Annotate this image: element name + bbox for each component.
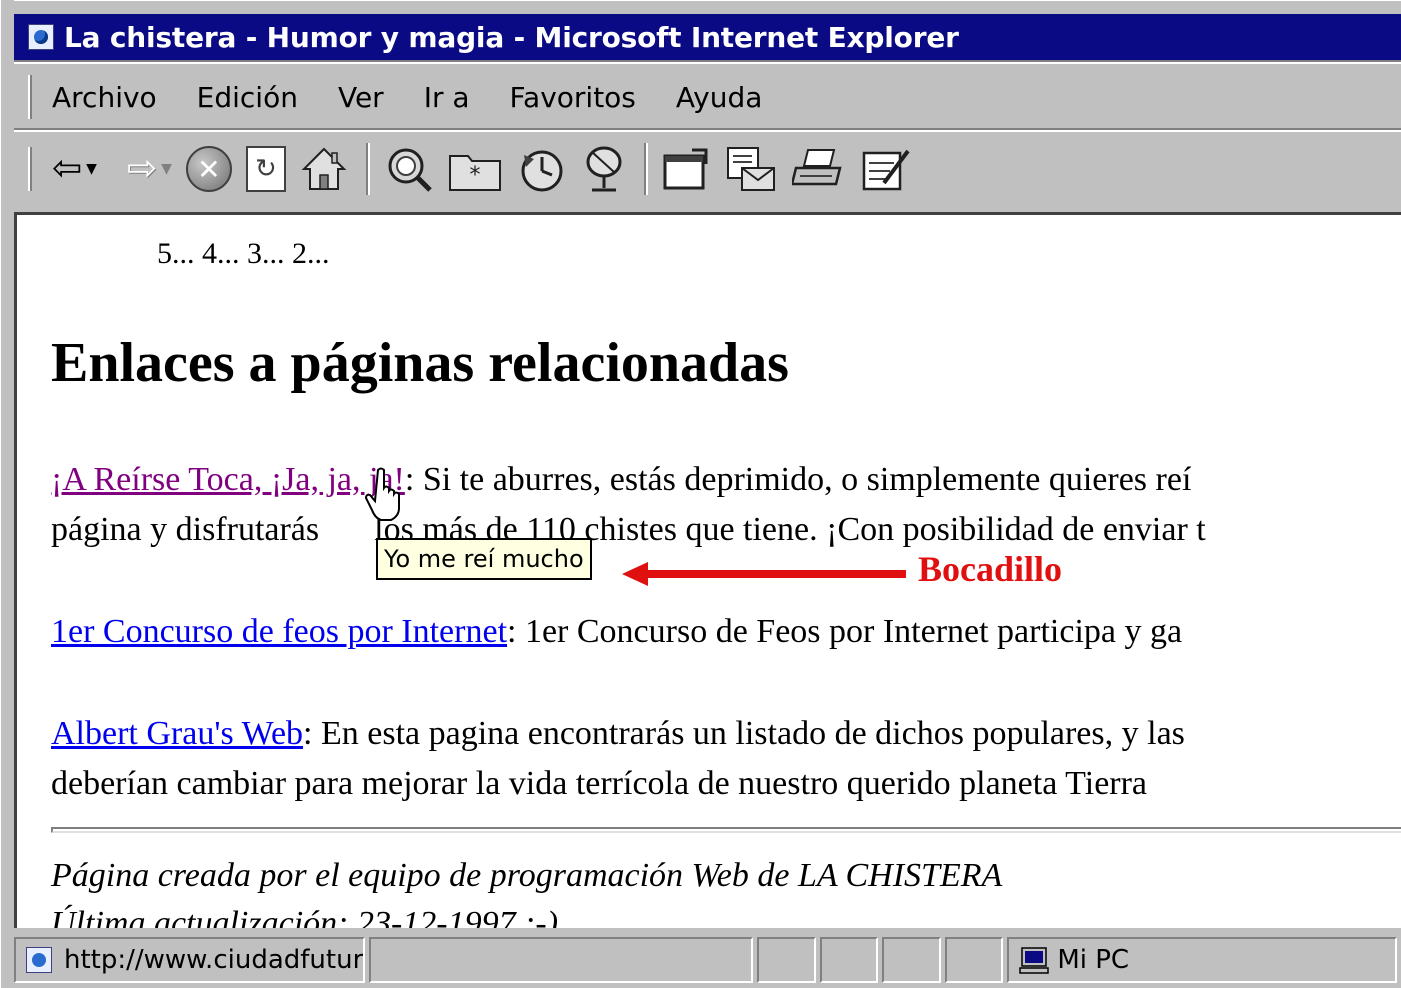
print-icon <box>791 149 842 186</box>
link-concurso-feos[interactable]: 1er Concurso de feos por Internet <box>51 613 507 650</box>
link-paragraph-2: 1er Concurso de feos por Internet: 1er C… <box>51 607 1182 657</box>
home-button[interactable] <box>300 141 348 197</box>
status-bar: http://www.ciudadfutur Mi PC <box>14 932 1401 988</box>
link-description: : Si te aburres, estás deprimido, o simp… <box>404 461 1192 498</box>
link-description: página y disfrutarás <box>51 511 328 548</box>
status-url: http://www.ciudadfutur <box>64 945 364 975</box>
countdown-text: 5... 4... 3... 2... <box>157 237 330 270</box>
mail-button[interactable] <box>724 141 778 197</box>
toolbar-separator <box>643 143 648 195</box>
forward-icon: ⇨ <box>126 148 158 189</box>
link-paragraph-1: ¡A Reírse Toca, ¡Ja, ja, ja!: Si te abur… <box>51 455 1191 505</box>
channels-icon <box>586 146 622 192</box>
ie-page-icon <box>26 947 52 973</box>
window-frame-top <box>0 0 1401 14</box>
back-button[interactable]: ⇦ ▼ <box>52 141 97 197</box>
menu-ayuda[interactable]: Ayuda <box>676 81 763 114</box>
page-heading: Enlaces a páginas relacionadas <box>51 332 789 394</box>
edit-icon <box>862 149 910 191</box>
link-description: : 1er Concurso de Feos por Internet part… <box>507 613 1183 650</box>
fullscreen-icon <box>663 148 708 190</box>
home-icon <box>301 147 347 190</box>
annotation-arrow-icon <box>622 562 906 586</box>
link-albert-grau[interactable]: Albert Grau's Web <box>51 715 303 752</box>
menu-grip-handle[interactable] <box>28 75 32 119</box>
band-separator <box>14 128 1401 132</box>
ie-page-icon[interactable] <box>28 24 54 50</box>
title-bar[interactable]: La chistera - Humor y magia - Microsoft … <box>14 14 1401 60</box>
history-icon <box>521 150 563 192</box>
link-paragraph-3-line2: deberían cambiar para mejorar la vida te… <box>51 759 1147 809</box>
svg-text:*: * <box>469 163 480 188</box>
forward-button[interactable]: ⇨ ▼ <box>127 141 172 197</box>
favorites-button[interactable]: * <box>448 141 502 197</box>
link-paragraph-3: Albert Grau's Web: En esta pagina encont… <box>51 709 1185 759</box>
footer-credit: Página creada por el equipo de programac… <box>51 857 1003 894</box>
back-icon: ⇦ <box>52 148 83 189</box>
window-frame-left <box>0 0 14 988</box>
search-button[interactable] <box>384 141 434 197</box>
favorites-icon: * <box>448 155 501 191</box>
edit-button[interactable] <box>860 141 914 197</box>
menu-bar: Archivo Edición Ver Ir a Favoritos Ayuda <box>14 66 1401 128</box>
footer-last-update: Última actualización: 23-12-1997 :-) <box>51 905 559 928</box>
stop-button[interactable]: ✕ <box>185 141 232 197</box>
menu-favoritos[interactable]: Favoritos <box>510 81 636 114</box>
refresh-button[interactable]: ↻ <box>245 141 286 197</box>
horizontal-rule <box>51 827 1401 833</box>
status-zone-pane: Mi PC <box>1007 937 1398 983</box>
chevron-down-icon[interactable]: ▼ <box>86 161 97 177</box>
status-url-pane: http://www.ciudadfutur <box>14 937 366 983</box>
band-separator <box>14 60 1401 64</box>
toolbar-separator <box>365 143 370 195</box>
print-button[interactable] <box>791 141 846 197</box>
link-reirse-toca[interactable]: ¡A Reírse Toca, ¡Ja, ja, ja! <box>51 461 405 498</box>
status-pane <box>944 937 1004 983</box>
menu-edicion[interactable]: Edición <box>197 81 298 114</box>
status-pane <box>819 937 879 983</box>
menu-archivo[interactable]: Archivo <box>52 81 157 114</box>
chevron-down-icon[interactable]: ▼ <box>161 161 172 177</box>
status-pane <box>757 937 816 983</box>
link-tooltip: Yo me reí mucho <box>376 538 592 580</box>
history-button[interactable] <box>516 141 568 197</box>
stop-icon: ✕ <box>185 146 232 192</box>
status-pane <box>882 937 941 983</box>
search-icon <box>388 148 432 192</box>
hand-cursor-icon <box>364 467 400 521</box>
standard-toolbar: ⇦ ▼ ⇨ ▼ ✕ ↻ * <box>14 134 1401 204</box>
menu-ir-a[interactable]: Ir a <box>424 81 470 114</box>
mail-icon <box>726 147 775 191</box>
link-description: : En esta pagina encontrarás un listado … <box>303 715 1185 752</box>
status-zone: Mi PC <box>1057 945 1130 975</box>
toolbar-grip-handle[interactable] <box>28 147 32 191</box>
refresh-icon: ↻ <box>245 146 286 192</box>
menu-ver[interactable]: Ver <box>338 81 384 114</box>
channels-button[interactable] <box>582 141 626 197</box>
annotation-label: Bocadillo <box>918 549 1063 589</box>
status-progress-pane <box>369 937 754 983</box>
window-title: La chistera - Humor y magia - Microsoft … <box>64 20 959 54</box>
computer-icon <box>1019 947 1050 974</box>
fullscreen-button[interactable] <box>662 141 710 197</box>
link-description: deberían cambiar para mejorar la vida te… <box>51 765 1148 802</box>
